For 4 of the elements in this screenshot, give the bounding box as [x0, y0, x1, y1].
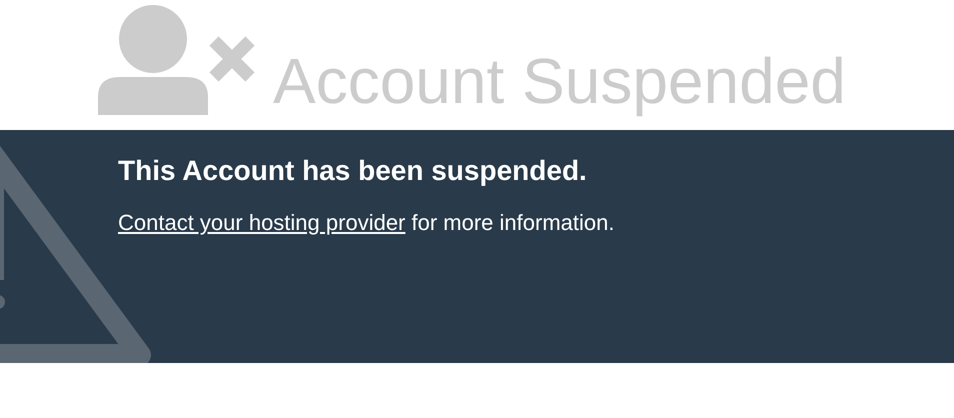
notice-message: Contact your hosting provider for more information.	[118, 210, 616, 236]
suspended-user-icon	[98, 5, 256, 115]
hosting-provider-link[interactable]: Contact your hosting provider	[118, 210, 406, 235]
notice-heading: This Account has been suspended.	[118, 155, 588, 187]
